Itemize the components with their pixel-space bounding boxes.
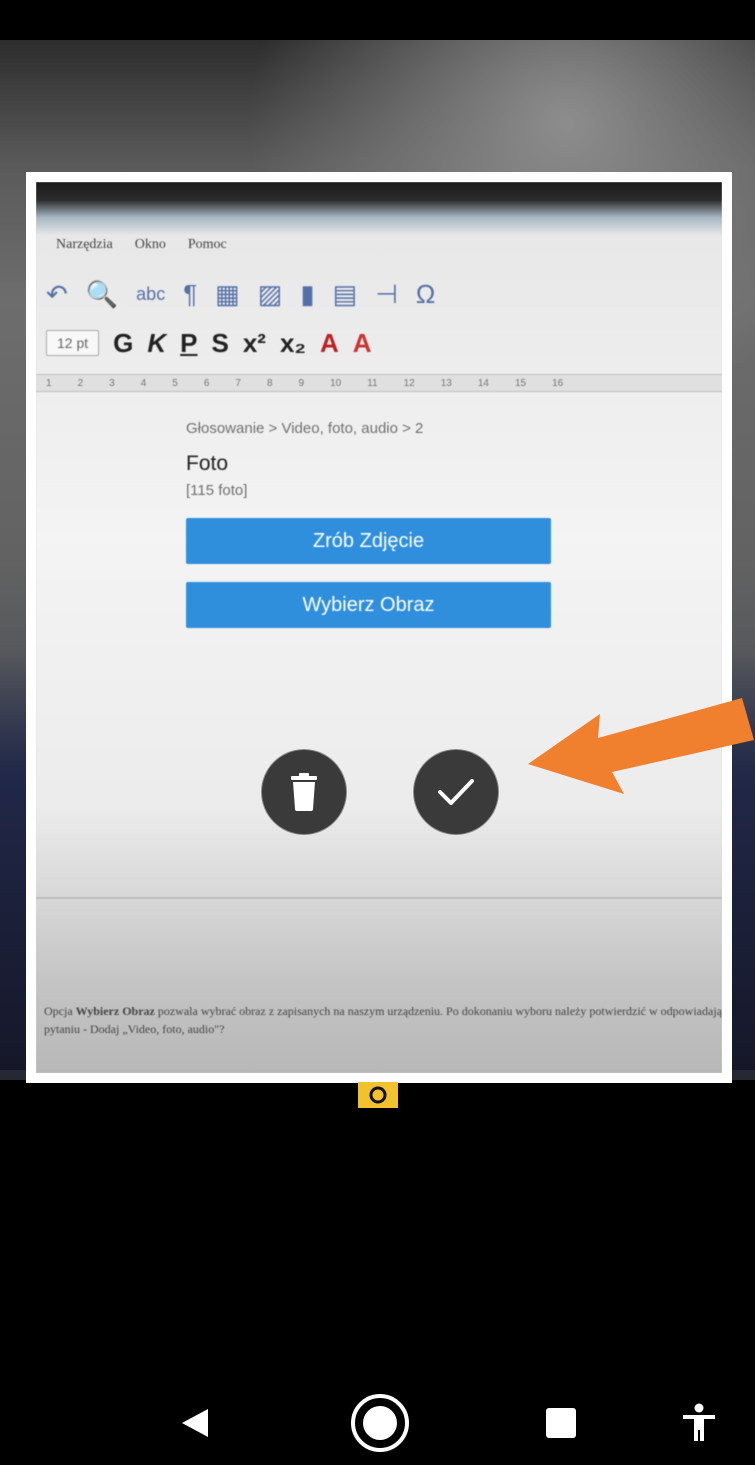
navigation-bar	[0, 1380, 755, 1465]
find-icon: 🔍	[85, 278, 119, 309]
underline-letter: P	[180, 327, 198, 358]
accessibility-icon	[683, 1403, 715, 1441]
accessibility-button[interactable]	[674, 1398, 724, 1448]
captured-photo: Narzędzia Okno Pomoc ↶ 🔍 abc ¶ ▦ ▨ ▮ ▤ ⊣…	[36, 182, 722, 1073]
font-size-box: 12 pt	[46, 330, 100, 356]
confirm-photo-button[interactable]	[414, 750, 498, 834]
ruler-tick: 8	[266, 377, 273, 389]
bold-letter: G	[113, 327, 134, 358]
pilcrow-icon: ¶	[183, 278, 198, 309]
trash-icon	[291, 773, 317, 811]
italic-letter: K	[147, 327, 167, 358]
camera-mode-badge	[358, 1082, 398, 1108]
ruler-tick: 9	[298, 377, 305, 389]
superscript-letter: x²	[242, 327, 266, 358]
photo-choose-image-button: Wybierz Obraz	[186, 582, 551, 628]
ruler-tick: 14	[477, 377, 489, 389]
doc-text-bold: Wybierz Obraz	[75, 1004, 155, 1018]
back-triangle-icon	[182, 1409, 208, 1437]
delete-photo-button[interactable]	[262, 750, 346, 834]
photo-menu-item: Pomoc	[187, 237, 227, 252]
ruler-tick: 13	[440, 377, 452, 389]
ruler-tick: 5	[172, 377, 178, 389]
photo-ruler: 1 2 3 4 5 6 7 8 9 10 11 12 13 14 15 16	[36, 374, 722, 392]
photo-toolbar-icons: ↶ 🔍 abc ¶ ▦ ▨ ▮ ▤ ⊣ Ω	[46, 274, 722, 314]
undo-icon: ↶	[46, 278, 68, 309]
special-char-icon: Ω	[415, 278, 436, 309]
doc-text-prefix: Opcja	[44, 1004, 73, 1018]
font-color-icon: A	[319, 327, 339, 358]
ruler-tick: 10	[330, 377, 342, 389]
ruler-tick: 6	[203, 377, 210, 389]
image-icon: ▨	[257, 278, 283, 309]
ruler-tick: 15	[514, 377, 527, 389]
photo-take-photo-button: Zrób Zdjęcie	[186, 518, 551, 564]
table-icon: ▦	[215, 278, 240, 309]
spellcheck-icon: abc	[136, 283, 166, 304]
photo-menu-bar: Narzędzia Okno Pomoc	[56, 237, 227, 253]
highlight-icon: A	[352, 327, 372, 358]
photo-menu-item: Narzędzia	[56, 237, 113, 252]
photo-section-title: Foto	[186, 452, 229, 475]
ruler-tick: 3	[109, 377, 115, 389]
ruler-tick: 12	[403, 377, 415, 389]
check-icon	[438, 779, 474, 805]
photo-preview: Narzędzia Okno Pomoc ↶ 🔍 abc ¶ ▦ ▨ ▮ ▤ ⊣…	[26, 172, 732, 1083]
ruler-tick: 7	[235, 377, 241, 389]
home-circle-icon	[351, 1394, 409, 1452]
ruler-tick: 2	[77, 377, 84, 389]
subscript-letter: x₂	[279, 327, 306, 358]
photo-page-divider	[36, 897, 722, 899]
chart-icon: ▮	[300, 278, 315, 309]
ruler-tick: 1	[46, 377, 52, 389]
photo-format-toolbar: 12 pt G K P S x² x₂ A A	[46, 322, 722, 364]
recents-button[interactable]	[538, 1400, 584, 1446]
photo-menu-item: Okno	[134, 237, 166, 252]
recents-square-icon	[546, 1408, 576, 1438]
shutter-ring-icon	[369, 1086, 387, 1104]
photo-count: [115 foto]	[186, 482, 248, 499]
back-button[interactable]	[170, 1398, 220, 1448]
ruler-tick: 11	[367, 377, 378, 389]
photo-breadcrumb: Głosowanie > Video, foto, audio > 2	[186, 420, 424, 437]
field-icon: ⊣	[375, 278, 398, 309]
home-button[interactable]	[347, 1390, 413, 1456]
photo-document-text: Opcja Wybierz Obraz pozwala wybrać obraz…	[44, 1002, 722, 1038]
annotation-arrow	[528, 698, 754, 794]
textbox-icon: ▤	[332, 278, 358, 309]
ruler-tick: 16	[552, 377, 564, 389]
ruler-tick: 4	[140, 377, 147, 389]
strike-letter: S	[211, 327, 229, 358]
